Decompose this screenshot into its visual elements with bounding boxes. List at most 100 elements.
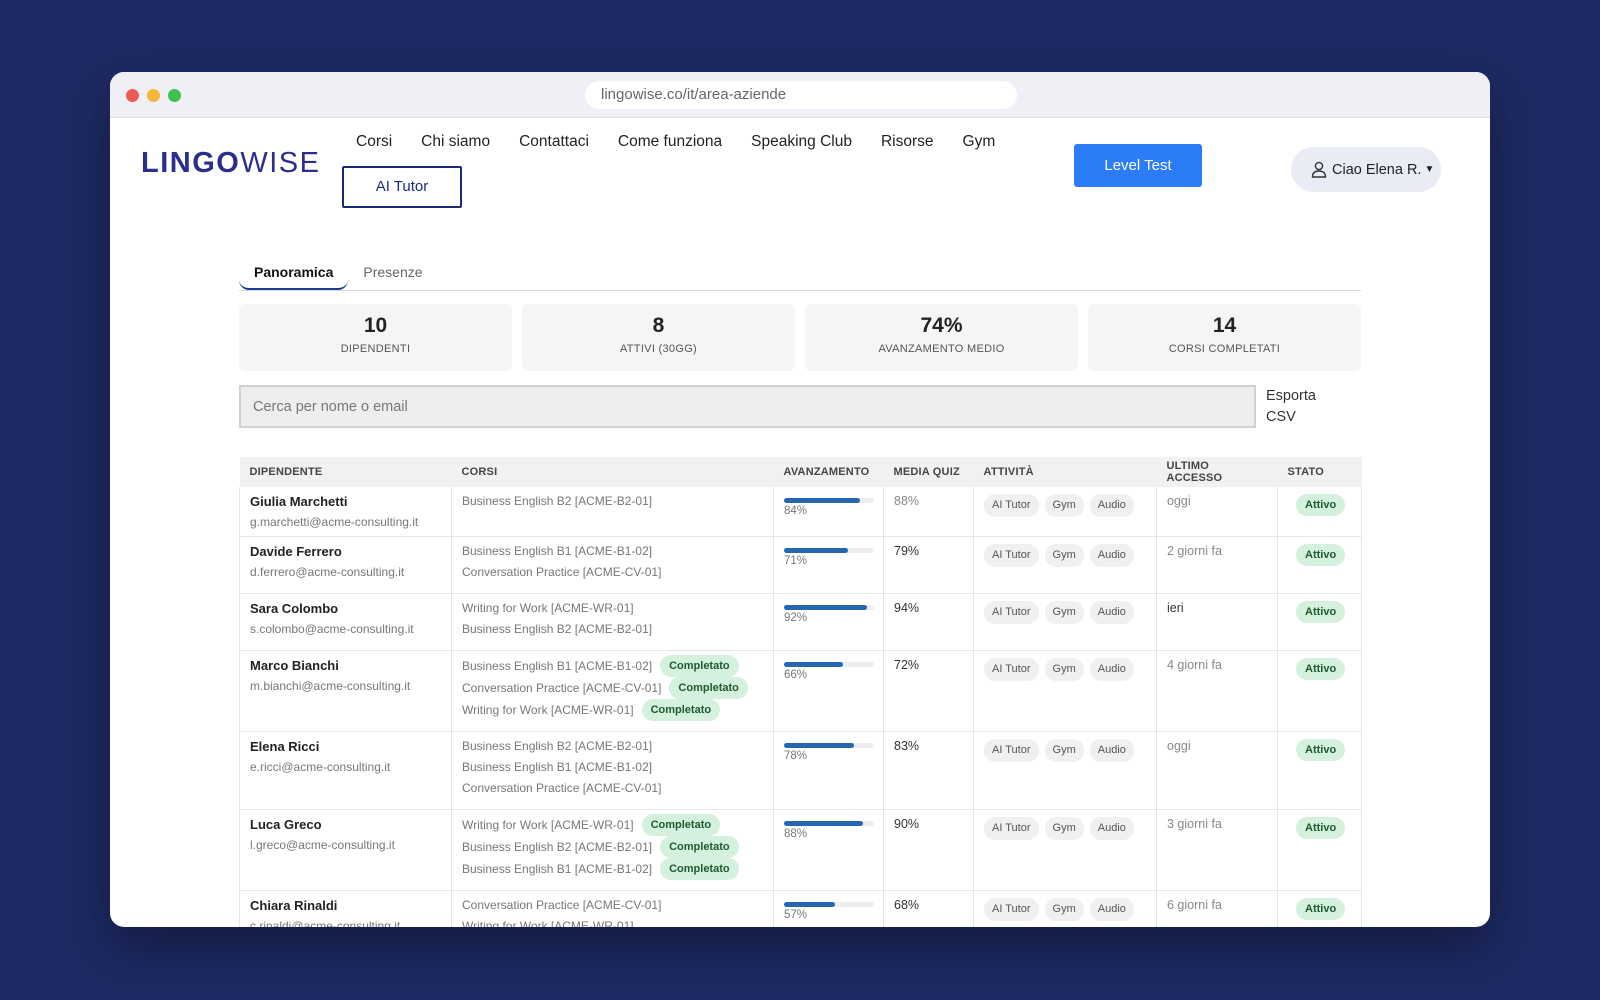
progress-percent: 92% xyxy=(784,612,808,624)
employee-name[interactable]: Sara Colombo xyxy=(250,601,441,617)
cell-courses: Business English B2 [ACME-B2-01] Busines… xyxy=(451,731,774,810)
chip-audio[interactable]: Audio xyxy=(1089,601,1134,624)
user-menu-button[interactable]: Ciao Elena R. ▼ xyxy=(1291,147,1441,192)
course-item[interactable]: Conversation Practice [ACME-CV-01] xyxy=(462,898,763,912)
cell-employee: Luca Greco l.greco@acme-consulting.it xyxy=(239,809,452,891)
chip-ai-tutor[interactable]: AI Tutor xyxy=(984,601,1039,624)
table-row[interactable]: Giulia Marchetti g.marchetti@acme-consul… xyxy=(239,487,1362,537)
stat-card-dipendenti: 10 DIPENDENTI xyxy=(239,304,512,371)
cell-last-access: 4 giorni fa xyxy=(1156,650,1278,732)
progress-percent: 57% xyxy=(784,909,808,921)
level-test-button[interactable]: Level Test xyxy=(1074,144,1202,187)
course-item[interactable]: Conversation Practice [ACME-CV-01] xyxy=(462,565,763,579)
nav-risorse[interactable]: Risorse xyxy=(881,132,934,152)
chip-gym[interactable]: Gym xyxy=(1044,658,1084,681)
ai-tutor-button[interactable]: AI Tutor xyxy=(342,166,462,208)
table-row[interactable]: Marco Bianchi m.bianchi@acme-consulting.… xyxy=(239,650,1362,732)
course-item[interactable]: Business English B2 [ACME-B2-01] xyxy=(462,739,763,753)
table-row[interactable]: Davide Ferrero d.ferrero@acme-consulting… xyxy=(239,536,1362,594)
chip-ai-tutor[interactable]: AI Tutor xyxy=(984,494,1039,517)
status-badge: Attivo xyxy=(1296,898,1346,920)
nav-contattaci[interactable]: Contattaci xyxy=(519,132,589,152)
cell-last-access: oggi xyxy=(1156,487,1278,537)
table-row[interactable]: Chiara Rinaldi c.rinaldi@acme-consulting… xyxy=(239,890,1362,927)
col-header-stato[interactable]: STATO xyxy=(1277,457,1362,487)
activity-chips: AI Tutor Gym Audio xyxy=(984,898,1146,921)
course-item[interactable]: Business English B1 [ACME-B1-02] xyxy=(462,544,763,558)
course-item[interactable]: Writing for Work [ACME-WR-01] Completato xyxy=(462,699,763,721)
chip-ai-tutor[interactable]: AI Tutor xyxy=(984,898,1039,921)
chip-ai-tutor[interactable]: AI Tutor xyxy=(984,817,1039,840)
col-header-corsi[interactable]: CORSI xyxy=(451,457,774,487)
quiz-average: 88% xyxy=(894,494,920,508)
tab-presenze[interactable]: Presenze xyxy=(348,258,437,290)
chip-gym[interactable]: Gym xyxy=(1044,739,1084,762)
chip-audio[interactable]: Audio xyxy=(1089,544,1134,567)
employee-name[interactable]: Elena Ricci xyxy=(250,739,441,755)
chip-ai-tutor[interactable]: AI Tutor xyxy=(984,544,1039,567)
course-item[interactable]: Business English B2 [ACME-B2-01] xyxy=(462,494,763,508)
course-item[interactable]: Writing for Work [ACME-WR-01] xyxy=(462,919,763,927)
nav-chi-siamo[interactable]: Chi siamo xyxy=(421,132,490,152)
table-row[interactable]: Sara Colombo s.colombo@acme-consulting.i… xyxy=(239,593,1362,651)
col-header-ultimo-accesso[interactable]: ULTIMO ACCESSO xyxy=(1156,457,1278,487)
col-header-media-quiz[interactable]: MEDIA QUIZ xyxy=(883,457,974,487)
col-header-avanzamento[interactable]: AVANZAMENTO xyxy=(773,457,884,487)
course-item[interactable]: Business English B1 [ACME-B1-02] Complet… xyxy=(462,858,763,880)
close-window-button[interactable] xyxy=(126,89,139,102)
nav-gym[interactable]: Gym xyxy=(963,132,996,152)
search-input[interactable] xyxy=(239,385,1256,428)
quiz-average: 72% xyxy=(894,658,920,672)
employee-name[interactable]: Davide Ferrero xyxy=(250,544,441,560)
chip-gym[interactable]: Gym xyxy=(1044,601,1084,624)
cell-employee: Elena Ricci e.ricci@acme-consulting.it xyxy=(239,731,452,810)
progress-fill xyxy=(784,902,836,907)
cell-courses: Business English B2 [ACME-B2-01] xyxy=(451,487,774,537)
course-item[interactable]: Business English B2 [ACME-B2-01] xyxy=(462,622,763,636)
nav-speaking-club[interactable]: Speaking Club xyxy=(751,132,852,152)
chip-audio[interactable]: Audio xyxy=(1089,817,1134,840)
maximize-window-button[interactable] xyxy=(168,89,181,102)
address-bar[interactable]: lingowise.co/it/area-aziende xyxy=(585,81,1017,109)
cell-status: Attivo xyxy=(1277,536,1362,594)
chip-audio[interactable]: Audio xyxy=(1089,898,1134,921)
activity-chips: AI Tutor Gym Audio xyxy=(984,817,1146,840)
course-title: Writing for Work [ACME-WR-01] xyxy=(462,601,634,615)
nav-corsi[interactable]: Corsi xyxy=(356,132,392,152)
progress-fill xyxy=(784,743,855,748)
chip-audio[interactable]: Audio xyxy=(1089,739,1134,762)
course-item[interactable]: Business English B2 [ACME-B2-01] Complet… xyxy=(462,836,763,858)
course-item[interactable]: Business English B1 [ACME-B1-02] Complet… xyxy=(462,655,763,677)
employee-name[interactable]: Chiara Rinaldi xyxy=(250,898,441,914)
table-row[interactable]: Luca Greco l.greco@acme-consulting.it Wr… xyxy=(239,809,1362,891)
chip-ai-tutor[interactable]: AI Tutor xyxy=(984,658,1039,681)
minimize-window-button[interactable] xyxy=(147,89,160,102)
chip-audio[interactable]: Audio xyxy=(1089,494,1134,517)
cell-activity: AI Tutor Gym Audio xyxy=(973,487,1157,537)
chip-gym[interactable]: Gym xyxy=(1044,544,1084,567)
chip-gym[interactable]: Gym xyxy=(1044,494,1084,517)
export-csv-button[interactable]: Esporta CSV xyxy=(1256,385,1326,428)
chip-ai-tutor[interactable]: AI Tutor xyxy=(984,739,1039,762)
col-header-dipendente[interactable]: DIPENDENTE xyxy=(239,457,452,487)
chip-audio[interactable]: Audio xyxy=(1089,658,1134,681)
col-header-attivita[interactable]: ATTIVITÀ xyxy=(973,457,1157,487)
quiz-average: 79% xyxy=(894,544,920,558)
course-item[interactable]: Business English B1 [ACME-B1-02] xyxy=(462,760,763,774)
course-item[interactable]: Writing for Work [ACME-WR-01] Completato xyxy=(462,814,763,836)
employee-name[interactable]: Marco Bianchi xyxy=(250,658,441,674)
course-item[interactable]: Writing for Work [ACME-WR-01] xyxy=(462,601,763,615)
cell-progress: 84% xyxy=(773,487,884,537)
nav-come-funziona[interactable]: Come funziona xyxy=(618,132,722,152)
lingowise-logo[interactable]: LINGOWISE xyxy=(141,147,320,180)
progress-percent: 78% xyxy=(784,750,808,762)
employee-name[interactable]: Giulia Marchetti xyxy=(250,494,441,510)
course-item[interactable]: Conversation Practice [ACME-CV-01] xyxy=(462,781,763,795)
cell-employee: Davide Ferrero d.ferrero@acme-consulting… xyxy=(239,536,452,594)
chip-gym[interactable]: Gym xyxy=(1044,898,1084,921)
tab-panoramica[interactable]: Panoramica xyxy=(239,258,349,290)
employee-name[interactable]: Luca Greco xyxy=(250,817,441,833)
chip-gym[interactable]: Gym xyxy=(1044,817,1084,840)
course-item[interactable]: Conversation Practice [ACME-CV-01] Compl… xyxy=(462,677,763,699)
table-row[interactable]: Elena Ricci e.ricci@acme-consulting.it B… xyxy=(239,731,1362,810)
